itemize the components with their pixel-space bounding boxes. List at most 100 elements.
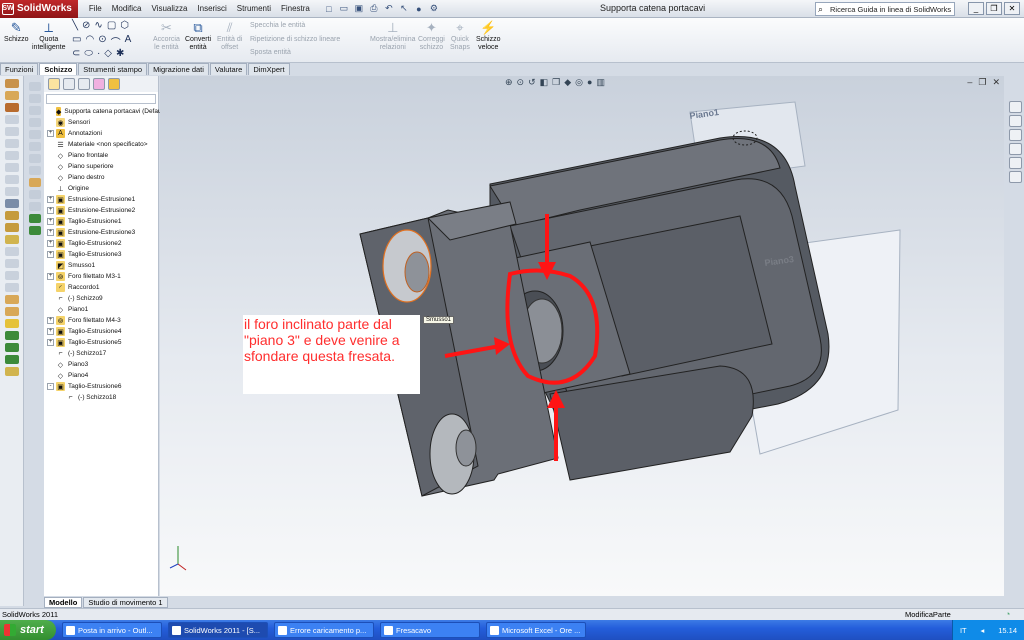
mirror-entities-button[interactable]: Specchia le entità [250, 22, 305, 29]
solidworks-logo[interactable]: SW SolidWorks [0, 0, 78, 18]
tool-icon[interactable] [4, 271, 19, 280]
tab-dimxpert[interactable]: DimXpert [248, 63, 290, 75]
resources-icon[interactable] [1008, 101, 1022, 113]
menu-file[interactable]: File [84, 4, 107, 13]
tab-funzioni[interactable]: Funzioni [0, 63, 39, 75]
tool-icon[interactable] [29, 106, 41, 115]
polygon-icon[interactable]: ⬡ [120, 20, 129, 31]
tab-strumenti-stampo[interactable]: Strumenti stampo [78, 63, 148, 75]
taskbar-button[interactable]: Microsoft Excel - Ore ... [486, 622, 586, 638]
ellipse-icon[interactable]: ⊙ [98, 34, 106, 49]
tool-icon[interactable] [4, 91, 19, 100]
tool-icon[interactable] [29, 214, 41, 223]
print-icon[interactable]: ⎙ [368, 3, 380, 15]
ellipse2-icon[interactable]: ⬭ [84, 48, 93, 59]
sketch-button[interactable]: ✎ Schizzo [4, 20, 29, 44]
tool-icon[interactable] [29, 202, 41, 211]
tool-icon[interactable] [4, 127, 19, 136]
tool-icon[interactable] [29, 94, 41, 103]
tree-item[interactable]: + ▣ Taglio-Estrusione1 [44, 216, 159, 227]
rapid-sketch-button[interactable]: ⚡ Schizzo veloce [476, 20, 501, 52]
menu-visualizza[interactable]: Visualizza [147, 4, 193, 13]
tray-icon[interactable]: ◂ [981, 626, 985, 635]
tab-valutare[interactable]: Valutare [209, 63, 248, 75]
circle-icon[interactable]: ⊘ [82, 20, 90, 31]
tool-icon[interactable] [4, 247, 19, 256]
tree-item[interactable]: ◆ Supporta catena portacavi (Default< [44, 106, 169, 117]
tool-icon[interactable] [4, 367, 19, 376]
tool-icon[interactable] [29, 226, 41, 235]
point-icon[interactable]: · [97, 48, 100, 59]
tree-item[interactable]: ◇ Piano4 [44, 370, 159, 381]
tree-expander-icon[interactable]: + [47, 240, 54, 247]
tree-expander-icon[interactable]: + [47, 130, 54, 137]
save-icon[interactable]: ▣ [353, 3, 365, 15]
undo-icon[interactable]: ↶ [383, 3, 395, 15]
tool-icon[interactable] [4, 343, 19, 352]
select-icon[interactable]: ↖ [398, 3, 410, 15]
tree-item[interactable]: + ⊚ Foro filettato M4-3 [44, 315, 159, 326]
tree-expander-icon[interactable]: + [47, 317, 54, 324]
tree-item[interactable]: ◇ Piano1 [44, 304, 159, 315]
close-icon[interactable]: ✕ [1004, 2, 1020, 15]
tool-icon[interactable] [4, 307, 19, 316]
taskbar-button[interactable]: SolidWorks 2011 - [S... [168, 622, 268, 638]
tool-icon[interactable] [29, 142, 41, 151]
menu-inserisci[interactable]: Inserisci [192, 4, 231, 13]
rect-icon[interactable]: ▭ [72, 34, 81, 49]
tree-item[interactable]: + ▣ Estrusione-Estrusione2 [44, 205, 159, 216]
smart-dimension-button[interactable]: ⟂ Quota intelligente [32, 20, 65, 52]
tree-filter[interactable] [46, 94, 156, 104]
options-icon[interactable]: ⚙ [428, 3, 440, 15]
tree-expander-icon[interactable]: + [47, 207, 54, 214]
tool-icon[interactable] [4, 355, 19, 364]
view-palette-icon[interactable] [1008, 143, 1022, 155]
tool-icon[interactable] [4, 103, 19, 112]
tree-expander-icon[interactable]: + [47, 218, 54, 225]
tree-item[interactable]: + ▣ Taglio-Estrusione4 [44, 326, 159, 337]
tool-icon[interactable] [4, 331, 19, 340]
tool-icon[interactable] [4, 295, 19, 304]
line-icon[interactable]: ╲ [72, 20, 78, 31]
text-icon[interactable]: A [125, 34, 132, 49]
plane-icon[interactable]: ◇ [104, 48, 112, 59]
minimize-icon[interactable]: _ [968, 2, 984, 15]
tree-item[interactable]: + A Annotazioni [44, 128, 159, 139]
tool-icon[interactable] [4, 259, 19, 268]
tree-expander-icon[interactable]: + [47, 251, 54, 258]
help-search-input[interactable]: ⌕ Ricerca Guida in linea di SolidWorks [815, 2, 955, 16]
tool-icon[interactable] [4, 163, 19, 172]
tool-icon[interactable] [29, 166, 41, 175]
trim-button[interactable]: ✂ Accorcia le entità [153, 20, 180, 52]
tree-expander-icon[interactable]: + [47, 339, 54, 346]
tree-item[interactable]: + ▣ Taglio-Estrusione3 [44, 249, 159, 260]
tree-item[interactable]: ◉ Sensori [44, 117, 159, 128]
restore-icon[interactable]: ❐ [986, 2, 1002, 15]
tree-item[interactable]: + ▣ Estrusione-Estrusione3 [44, 227, 159, 238]
tool-icon[interactable] [29, 118, 41, 127]
tool-icon[interactable] [4, 187, 19, 196]
tool-icon[interactable] [29, 82, 41, 91]
start-button[interactable]: start [0, 620, 56, 640]
tree-expander-icon[interactable]: - [47, 383, 54, 390]
tree-item[interactable]: ◇ Piano frontale [44, 150, 159, 161]
tree-item[interactable]: + ▣ Taglio-Estrusione5 [44, 337, 159, 348]
help-icon[interactable]: ◔ [1005, 609, 1010, 619]
convert-entities-button[interactable]: ⧉ Converti entità [185, 20, 211, 52]
tool-icon[interactable] [4, 283, 19, 292]
tab-schizzo[interactable]: Schizzo [39, 63, 78, 75]
tab-migrazione-dati[interactable]: Migrazione dati [148, 63, 209, 75]
appearances-icon[interactable] [1008, 157, 1022, 169]
tab-studio-movimento[interactable]: Studio di movimento 1 [83, 597, 168, 608]
tree-expander-icon[interactable]: + [47, 229, 54, 236]
tree-item[interactable]: ◇ Piano superiore [44, 161, 159, 172]
arc-icon[interactable]: ◠ [85, 34, 94, 49]
menu-finestra[interactable]: Finestra [276, 4, 315, 13]
slot-icon[interactable]: ⊂ [72, 48, 80, 59]
file-explorer-icon[interactable] [1008, 129, 1022, 141]
tree-expander-icon[interactable]: + [47, 196, 54, 203]
feature-tree-icon[interactable] [48, 78, 60, 90]
tool-icon[interactable] [4, 211, 19, 220]
repair-sketch-button[interactable]: ✦ Correggi schizzo [418, 20, 445, 52]
tool-icon[interactable] [4, 235, 19, 244]
